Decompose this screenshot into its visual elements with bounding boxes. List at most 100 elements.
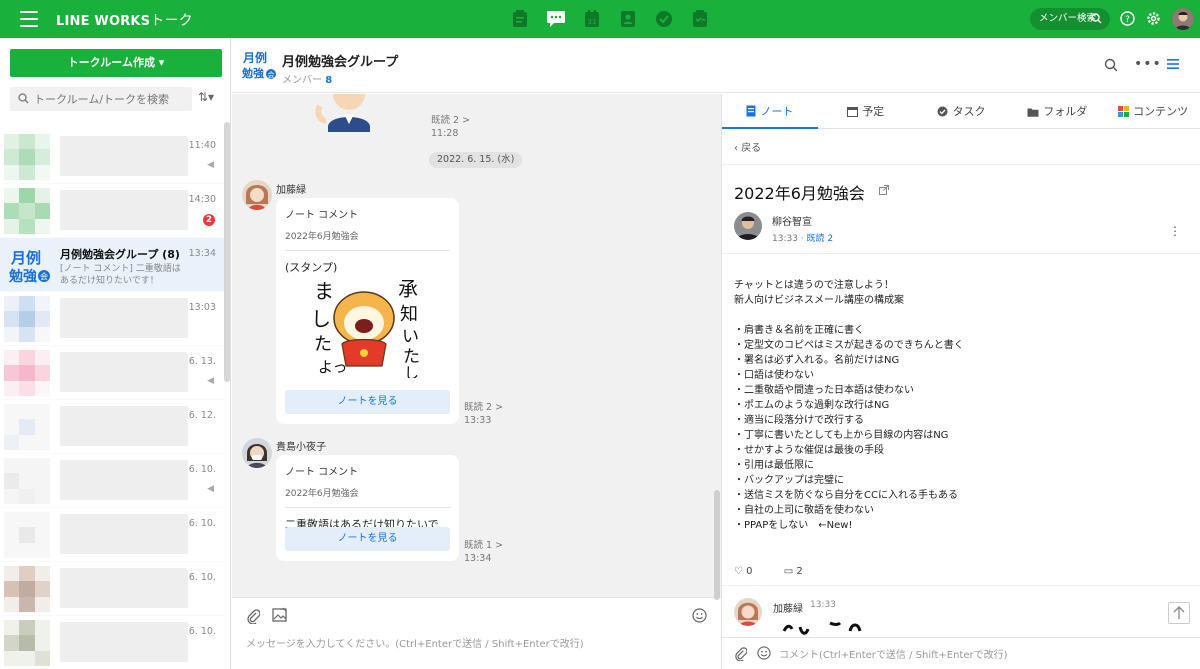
svg-text:し: し	[404, 364, 419, 378]
item-time: 6. 10.	[188, 518, 216, 529]
svg-text:た: た	[314, 334, 332, 355]
emoji-icon[interactable]	[757, 646, 771, 660]
more-icon[interactable]: •••	[1134, 56, 1162, 72]
help-icon[interactable]: ?	[1120, 11, 1135, 29]
list-item-active[interactable]: 月例 勉強 会 月例勉強会グループ (8) [ノート コメント] 二重敬語はある…	[0, 238, 224, 292]
search-icon	[1091, 13, 1102, 24]
search-icon[interactable]	[1104, 58, 1118, 72]
avatar	[4, 296, 50, 342]
like-button[interactable]: ♡ 0	[734, 566, 767, 577]
read-receipt[interactable]: 既読 2 > 13:33	[464, 401, 503, 427]
note-read-count[interactable]: 既読 2	[807, 234, 834, 244]
message-time: 11:28	[431, 128, 459, 139]
list-item[interactable]: 6. 10.	[0, 508, 224, 562]
tab-folder[interactable]: フォルダ	[1009, 94, 1105, 128]
talk-list-scrollbar[interactable]	[224, 122, 230, 382]
attach-icon[interactable]	[246, 608, 260, 624]
list-item[interactable]: 13:03	[0, 292, 224, 346]
user-avatar[interactable]	[1172, 8, 1194, 30]
card-subtitle: 2022年6月勉強会	[285, 229, 450, 251]
calendar-icon[interactable]: 31	[580, 7, 604, 31]
avatar[interactable]	[734, 598, 762, 626]
tab-note[interactable]: ノート	[722, 94, 818, 129]
contacts-icon[interactable]	[616, 7, 640, 31]
avatar	[4, 188, 50, 234]
note-body: チャットとは違うので注意しよう！ 新人向けビジネスメール講座の構成案 ・肩書き＆…	[734, 280, 964, 531]
external-link-icon[interactable]	[879, 185, 889, 195]
sticker-image	[315, 94, 370, 132]
sender-name: 貴島小夜子	[276, 442, 326, 453]
blurred-text	[60, 460, 188, 500]
gear-icon[interactable]	[1146, 11, 1161, 29]
back-button[interactable]: ‹ 戻る	[734, 139, 761, 154]
scroll-top-button[interactable]	[1168, 602, 1190, 624]
tab-schedule[interactable]: 予定	[818, 94, 914, 128]
back-label: 戻る	[741, 143, 762, 154]
sort-icon[interactable]: ⇅▾	[198, 90, 214, 104]
list-item[interactable]: 6. 12.	[0, 400, 224, 454]
item-time: 6. 10.	[188, 572, 216, 583]
blurred-text	[60, 298, 188, 338]
svg-text:知: 知	[400, 304, 418, 325]
talk-icon[interactable]	[544, 7, 568, 31]
board-icon[interactable]	[508, 7, 532, 31]
svg-text:よっ: よっ	[318, 358, 348, 376]
task-icon[interactable]	[688, 7, 712, 31]
message-time: 13:33	[464, 415, 492, 426]
item-time: 6. 10.	[188, 464, 216, 475]
attach-icon[interactable]	[734, 646, 747, 661]
message-time: 13:34	[464, 553, 492, 564]
top-bar: LINE WORKSトーク 31 メンバー検索 ?	[0, 0, 1200, 38]
side-panel-icon[interactable]	[1166, 58, 1180, 70]
member-count[interactable]: メンバー 8	[282, 71, 332, 86]
list-item[interactable]: 11:40 ◀︎	[0, 130, 224, 184]
emoji-icon[interactable]	[692, 608, 707, 623]
svg-text:会: 会	[268, 70, 275, 79]
image-icon[interactable]	[272, 607, 288, 622]
group-logo-icon: 月例 勉強 会	[8, 249, 50, 285]
list-item[interactable]: 6. 13. ◀︎	[0, 346, 224, 400]
list-item[interactable]: 6. 10.	[0, 616, 224, 669]
card-subtitle: 2022年6月勉強会	[285, 486, 450, 508]
talk-search-input[interactable]	[34, 87, 188, 111]
svg-text:31: 31	[588, 18, 597, 26]
menu-icon[interactable]	[20, 11, 38, 27]
member-search-button[interactable]: メンバー検索	[1030, 8, 1110, 30]
member-search-label: メンバー検索	[1039, 13, 1097, 24]
list-item[interactable]: 6. 10. ◀︎	[0, 454, 224, 508]
mute-icon: ◀︎	[207, 376, 214, 386]
svg-text:い: い	[402, 327, 419, 347]
comment-input[interactable]: コメント(Ctrl+Enterで送信 / Shift+Enterで改行)	[779, 646, 1008, 661]
avatar[interactable]	[242, 180, 272, 210]
read-count: 既読 1 >	[464, 540, 504, 551]
view-note-button[interactable]: ノートを見る	[285, 527, 450, 551]
svg-text:月例: 月例	[242, 50, 267, 65]
create-talkroom-button[interactable]: トークルーム作成 ▾	[10, 49, 222, 77]
check-icon[interactable]	[652, 7, 676, 31]
avatar[interactable]	[734, 212, 762, 240]
chat-scrollbar[interactable]	[714, 490, 720, 600]
brand-suffix: トーク	[150, 13, 193, 29]
list-item[interactable]: 6. 10.	[0, 562, 224, 616]
tab-contents[interactable]: コンテンツ	[1105, 94, 1200, 128]
read-receipt[interactable]: 既読 2 > 11:28	[431, 114, 470, 140]
item-time: 14:30	[188, 194, 216, 205]
note-comment-card: ノート コメント 2022年6月勉強会 二重敬語はあるだけ知りたいです！ ノート…	[276, 455, 459, 561]
view-note-button[interactable]: ノートを見る	[285, 390, 450, 414]
folder-icon	[1027, 108, 1039, 117]
avatar	[4, 566, 50, 612]
members-label: メンバー	[282, 75, 322, 86]
blurred-text	[60, 136, 188, 176]
tab-task[interactable]: タスク	[914, 94, 1010, 128]
note-reactions: ♡ 0 ▭ 2	[734, 566, 831, 577]
search-icon	[18, 93, 29, 104]
note-meta: 13:33 · 既読 2	[772, 234, 834, 244]
list-item[interactable]: 14:30 2	[0, 184, 224, 238]
read-receipt[interactable]: 既読 1 > 13:34	[464, 539, 503, 565]
avatar[interactable]	[242, 438, 272, 468]
blurred-text	[60, 568, 188, 608]
note-panel: ノート 予定 タスク フォルダ コンテンツ ‹ 戻る 2022年6月勉強会 柳谷…	[721, 94, 1200, 669]
kebab-menu-icon[interactable]: ⋮	[1169, 224, 1181, 238]
message-input[interactable]: メッセージを入力してください。(Ctrl+Enterで送信 / Shift+En…	[246, 635, 584, 650]
comment-button[interactable]: ▭ 2	[784, 566, 817, 577]
